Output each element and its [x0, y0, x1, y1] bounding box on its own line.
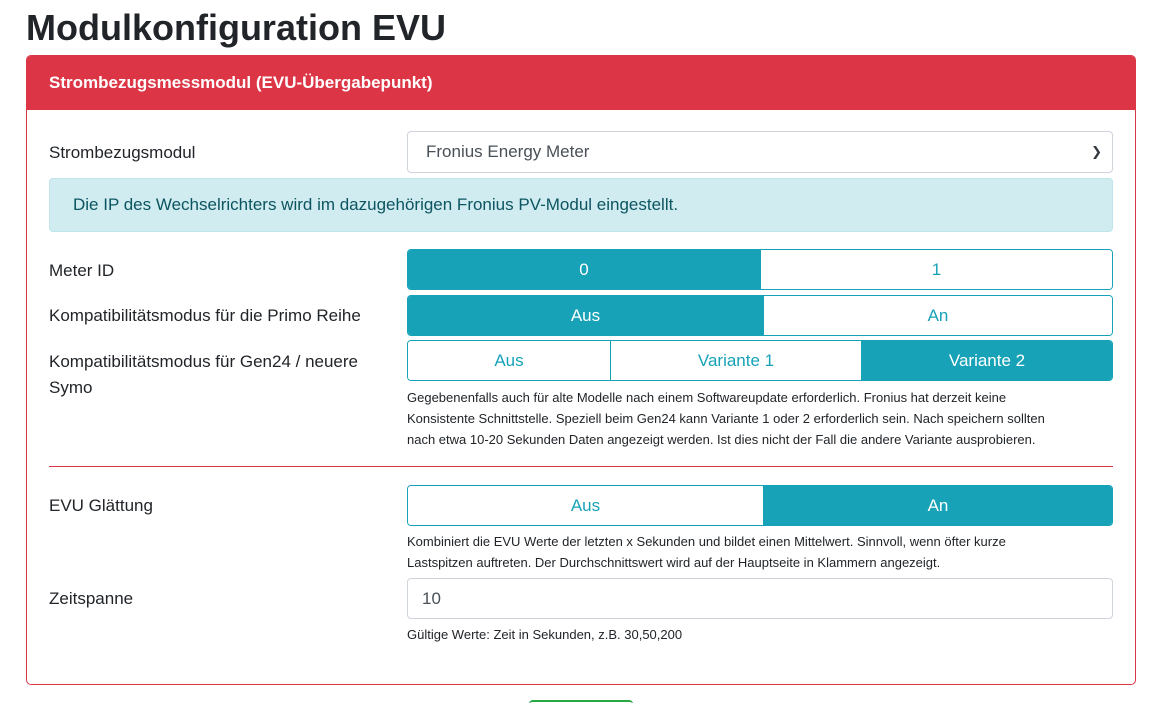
meter-id-label: Meter ID [49, 261, 115, 280]
chevron-down-icon: ❯ [1091, 144, 1102, 159]
smoothing-label: EVU Glättung [49, 496, 153, 515]
primo-compat-label: Kompatibilitätsmodus für die Primo Reihe [49, 306, 361, 325]
timespan-help-text: Gültige Werte: Zeit in Sekunden, z.B. 30… [407, 627, 683, 642]
gen24-help-line1: Gegebenenfalls auch für alte Modelle nac… [407, 390, 1007, 405]
timespan-input[interactable]: 10 [407, 578, 1113, 619]
module-label: Strombezugsmodul [49, 143, 196, 162]
gen24-option-aus[interactable]: Aus [408, 341, 611, 380]
meter-id-toggle: 0 1 [407, 249, 1113, 290]
section-divider [49, 466, 1113, 467]
gen24-help-line2: Konsistente Schnittstelle. Speziell beim… [407, 411, 1045, 426]
evu-config-card: Strombezugsmessmodul (EVU-Übergabepunkt)… [26, 55, 1136, 685]
smoothing-help-line2: Lastspitzen auftreten. Der Durchschnitts… [407, 555, 941, 570]
primo-option-an[interactable]: An [764, 296, 1112, 335]
meter-id-option-1[interactable]: 1 [761, 250, 1112, 289]
module-select[interactable]: Fronius Energy Meter ❯ [407, 131, 1113, 173]
module-select-value: Fronius Energy Meter [426, 142, 590, 161]
primo-option-aus[interactable]: Aus [408, 296, 764, 335]
smoothing-option-aus[interactable]: Aus [408, 486, 764, 525]
gen24-option-variante-1[interactable]: Variante 1 [611, 341, 862, 380]
gen24-help-line3: nach etwa 10-20 Sekunden Daten angezeigt… [407, 432, 1036, 447]
gen24-label-line2: Symo [49, 378, 93, 397]
gen24-help-text: Gegebenenfalls auch für alte Modelle nac… [407, 387, 1113, 450]
gen24-compat-label: Kompatibilitätsmodus für Gen24 / neuere … [49, 349, 358, 401]
gen24-option-variante-2[interactable]: Variante 2 [862, 341, 1112, 380]
smoothing-help-text: Kombiniert die EVU Werte der letzten x S… [407, 531, 1113, 573]
page-title: Modulkonfiguration EVU [26, 7, 446, 48]
smoothing-toggle: Aus An [407, 485, 1113, 526]
smoothing-option-an[interactable]: An [764, 486, 1112, 525]
primo-compat-toggle: Aus An [407, 295, 1113, 336]
gen24-label-line1: Kompatibilitätsmodus für Gen24 / neuere [49, 352, 359, 371]
meter-id-option-0[interactable]: 0 [408, 250, 761, 289]
smoothing-help-line1: Kombiniert die EVU Werte der letzten x S… [407, 534, 1006, 549]
timespan-label: Zeitspanne [49, 589, 134, 608]
gen24-compat-toggle: Aus Variante 1 Variante 2 [407, 340, 1113, 381]
info-alert: Die IP des Wechselrichters wird im dazug… [49, 178, 1113, 232]
card-header: Strombezugsmessmodul (EVU-Übergabepunkt) [27, 56, 1135, 110]
